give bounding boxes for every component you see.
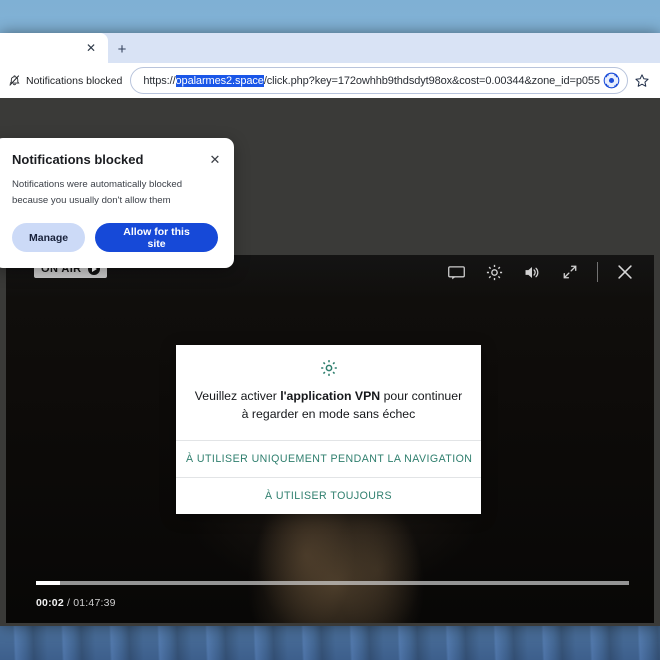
vpn-message-line2: à regarder en mode sans échec <box>241 407 416 422</box>
time-current: 00:02 <box>36 597 64 609</box>
allow-for-this-site-button[interactable]: Allow for this site <box>95 223 218 253</box>
timecode: 00:02 / 01:47:39 <box>36 597 116 609</box>
fullscreen-icon[interactable] <box>559 261 581 283</box>
close-icon[interactable] <box>614 261 636 283</box>
url-host-selected: opalarmes2.space <box>175 74 264 87</box>
new-tab-button[interactable]: + <box>112 39 132 59</box>
time-total: 01:47:39 <box>73 597 116 609</box>
lens-icon[interactable] <box>600 70 622 92</box>
progress-fill <box>36 581 60 585</box>
url-scheme: https:// <box>143 74 176 87</box>
bell-slash-icon <box>8 74 21 88</box>
bookmark-star-icon[interactable] <box>630 69 654 93</box>
tab-strip: ✕ + <box>0 33 660 63</box>
progress-track <box>36 581 629 585</box>
gear-icon[interactable] <box>483 261 505 283</box>
progress-bar[interactable] <box>36 581 629 585</box>
vpn-dialog-message: Veuillez activer l'application VPN pour … <box>194 387 463 424</box>
notifications-blocked-popup: Notifications blocked ✕ Notifications we… <box>0 138 234 269</box>
url-path: /click.php?key=172owhhb9thdsdyt98ox&cost… <box>263 74 600 87</box>
vpn-use-while-browsing-button[interactable]: À UTILISER UNIQUEMENT PENDANT LA NAVIGAT… <box>176 439 481 477</box>
volume-icon[interactable] <box>521 261 543 283</box>
controls-divider <box>597 262 598 282</box>
browser-tab[interactable]: ✕ <box>0 33 108 63</box>
manage-button[interactable]: Manage <box>12 223 86 253</box>
subtitles-icon[interactable] <box>445 261 467 283</box>
notifications-popup-actions: Manage Allow for this site <box>12 223 218 253</box>
tab-close-icon[interactable]: ✕ <box>83 40 99 56</box>
browser-window: ✕ + Notifications blocked https://opalar… <box>0 33 660 626</box>
notifications-blocked-chip[interactable]: Notifications blocked <box>6 69 128 93</box>
vpn-use-always-button[interactable]: À UTILISER TOUJOURS <box>176 476 481 514</box>
time-separator: / <box>63 597 74 609</box>
vpn-message-part1: Veuillez activer <box>194 389 281 403</box>
vpn-message-part3: pour continuer <box>380 389 463 403</box>
vpn-message-emphasis: l'application VPN <box>280 389 381 403</box>
address-bar[interactable]: https://opalarmes2.space/click.php?key=1… <box>130 67 628 94</box>
notifications-blocked-chip-label: Notifications blocked <box>26 74 123 87</box>
notifications-popup-title: Notifications blocked <box>12 152 144 167</box>
player-controls <box>445 261 636 283</box>
close-icon[interactable]: ✕ <box>207 151 223 167</box>
vpn-dialog-header: Veuillez activer l'application VPN pour … <box>176 345 481 440</box>
notifications-popup-body: Notifications were automatically blocked… <box>12 179 183 206</box>
address-bar-url[interactable]: https://opalarmes2.space/click.php?key=1… <box>143 74 600 87</box>
browser-toolbar: Notifications blocked https://opalarmes2… <box>0 63 660 98</box>
gear-icon <box>319 358 339 378</box>
vpn-dialog: Veuillez activer l'application VPN pour … <box>176 345 481 514</box>
